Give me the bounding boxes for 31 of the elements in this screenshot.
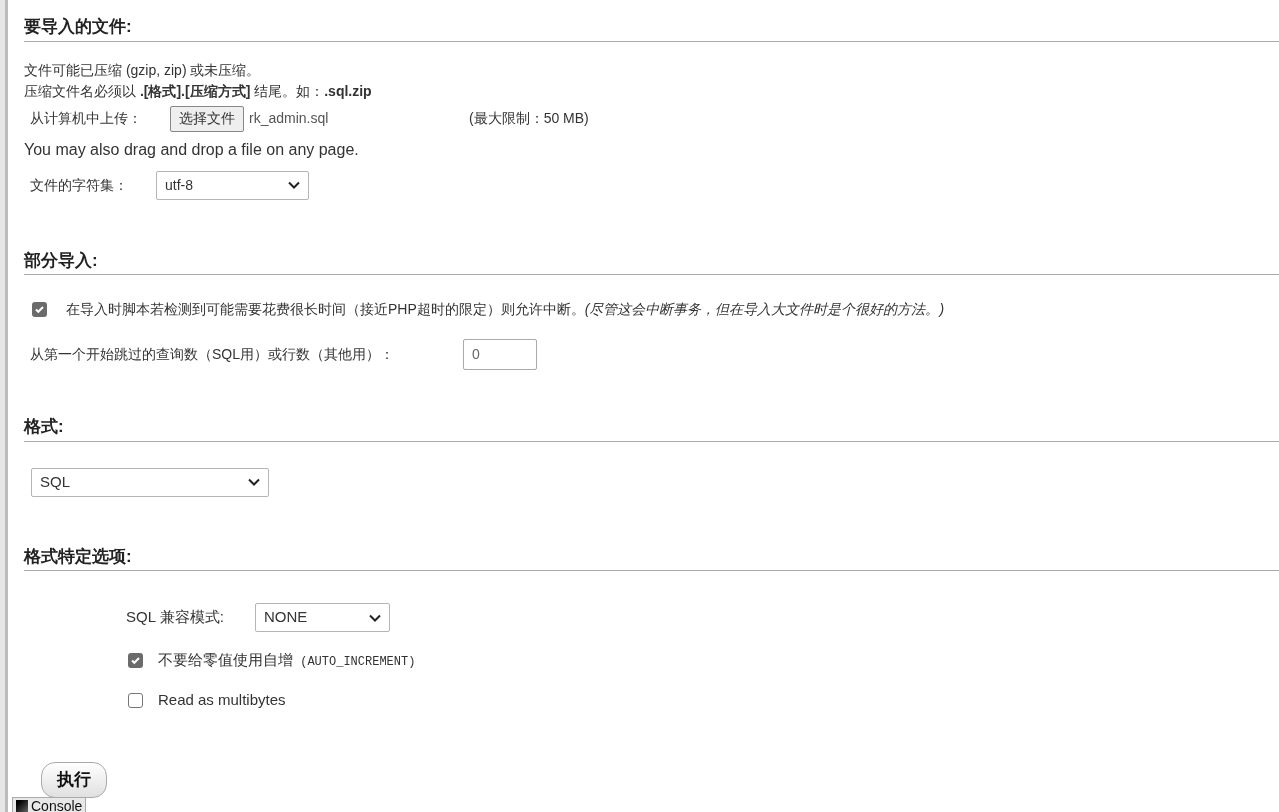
max-size-text: (最大限制：50 MB) [469, 109, 589, 128]
note-text: 文件可能已压缩 (gzip, zip) 或未压缩。 [24, 60, 261, 80]
check-icon [34, 304, 45, 315]
console-icon [16, 800, 28, 812]
checkbox[interactable] [128, 652, 143, 668]
go-button[interactable]: 执行 [41, 762, 107, 798]
option-label: 不要给零值使用自增 (AUTO_INCREMENT) [158, 649, 416, 671]
checkbox[interactable] [32, 302, 47, 317]
section-heading: 格式特定选项: [24, 545, 133, 568]
section-heading: 部分导入: [24, 249, 99, 272]
format-select[interactable]: SQL [31, 467, 269, 497]
checkbox[interactable] [128, 692, 143, 708]
section-heading: 格式: [24, 416, 65, 438]
chevron-down-icon [248, 478, 260, 486]
chevron-down-icon [369, 613, 381, 622]
section-heading: 要导入的文件: [24, 16, 133, 38]
charset-label: 文件的字符集： [30, 175, 129, 195]
skip-label: 从第一个开始跳过的查询数（SQL用）或行数（其他用）： [30, 345, 395, 364]
charset-select[interactable]: utf-8 [156, 170, 309, 200]
file-name: rk_admin.sql [249, 109, 330, 128]
allow-interrupt-label: 在导入时脚本若检测到可能需要花费很长时间（接近PHP超时的限定）则允许中断。(尽管这会中断事务，但在导入大文件时是个很好的方法。) [66, 300, 945, 319]
chevron-down-icon [288, 181, 300, 189]
console-tab[interactable]: Console [12, 797, 87, 812]
drag-drop-note: You may also drag and drop a file on any page. [24, 139, 359, 160]
note-text: 压缩文件名必须以 .[格式].[压缩方式] 结尾。如：.sql.zip [24, 81, 372, 101]
compat-mode-select[interactable]: NONE [255, 603, 390, 632]
choose-file-button[interactable]: 选择文件 [170, 105, 244, 132]
option-label: Read as multibytes [158, 689, 286, 710]
upload-label: 从计算机中上传： [30, 109, 143, 128]
compat-mode-label: SQL 兼容模式: [126, 607, 225, 628]
skip-count-input[interactable]: 0 [463, 339, 537, 370]
